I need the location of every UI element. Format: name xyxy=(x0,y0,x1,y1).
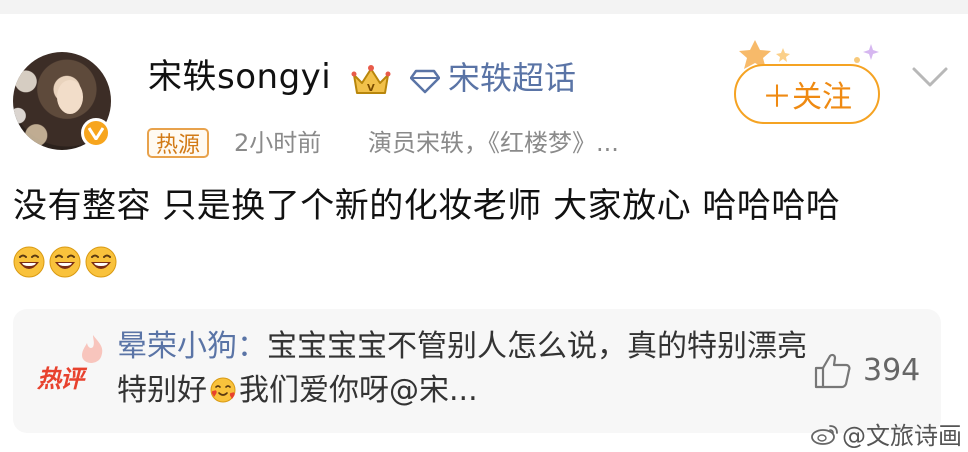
user-description: 演员宋轶，《红楼梦》... xyxy=(368,129,619,157)
vip-crown-icon: V xyxy=(351,65,391,94)
svg-text:V: V xyxy=(367,83,375,94)
username[interactable]: 宋轶songyi xyxy=(148,60,331,94)
hot-comment-badge-label: 热评 xyxy=(37,365,84,393)
super-topic-link[interactable]: 宋轶超话 xyxy=(448,62,576,94)
verified-badge-icon xyxy=(81,118,111,148)
hot-comment-badge: 热评 xyxy=(37,333,107,393)
comment-text: 晕荣小狗：宝宝宝宝不管别人怎么说，真的特别漂亮特别好 我们爱你呀@宋... xyxy=(117,325,807,413)
super-topic-diamond-icon xyxy=(410,69,440,94)
hot-comment-card[interactable]: 热评 晕荣小狗：宝宝宝宝不管别人怎么说，真的特别漂亮特别好 我们爱你呀@宋...… xyxy=(13,309,941,433)
comment-author[interactable]: 晕荣小狗 xyxy=(117,329,237,364)
thumbs-up-icon[interactable] xyxy=(813,351,853,391)
hot-source-tag: 热源 xyxy=(147,128,210,158)
watermark: @文旅诗画 xyxy=(810,416,962,451)
comment-body-continued: 我们爱你呀@宋... xyxy=(239,373,478,408)
avatar-flowers xyxy=(13,52,57,150)
chevron-down-icon[interactable] xyxy=(910,64,950,90)
post-time: 2小时前 xyxy=(234,129,322,157)
grinning-face-emoji-icon xyxy=(85,246,117,278)
smiling-face-with-hearts-emoji-icon xyxy=(210,377,236,403)
comment-separator: ： xyxy=(237,329,267,364)
post-emoji-row xyxy=(13,246,117,278)
avatar-face xyxy=(57,80,83,114)
grinning-face-emoji-icon xyxy=(13,246,45,278)
watermark-text: @文旅诗画 xyxy=(842,422,962,450)
grinning-face-emoji-icon xyxy=(49,246,81,278)
weibo-logo-icon xyxy=(811,424,838,445)
like-count: 394 xyxy=(863,353,921,388)
post-text: 没有整容 只是换了个新的化妆老师 大家放心 哈哈哈哈 xyxy=(13,186,841,226)
top-band xyxy=(0,0,968,14)
follow-button[interactable]: ＋关注 xyxy=(734,64,880,124)
